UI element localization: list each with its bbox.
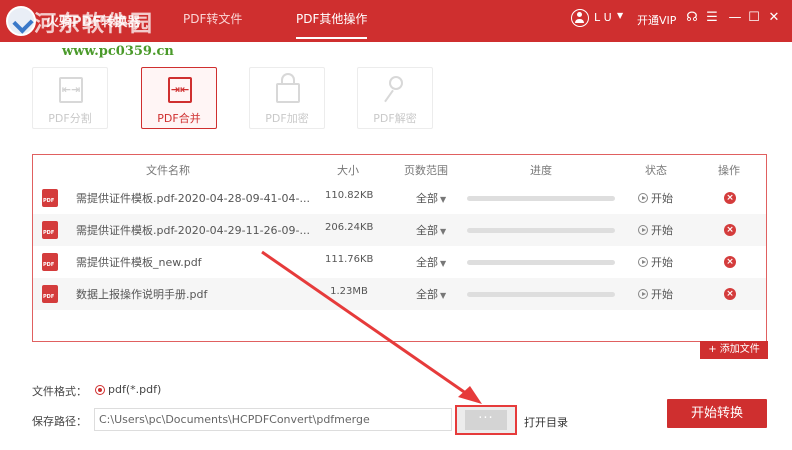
pdf-file-icon: [42, 253, 58, 271]
play-icon: [638, 289, 648, 299]
caret-down-icon[interactable]: ▼: [617, 11, 623, 20]
file-size: 1.23MB: [330, 286, 368, 297]
table-row[interactable]: 需提供证件模板.pdf-2020-04-29-11-26-09-... 206.…: [33, 214, 766, 246]
browse-button-label: ···: [465, 410, 507, 430]
lock-body: [276, 83, 300, 103]
play-icon: [638, 257, 648, 267]
start-button[interactable]: 开始: [638, 222, 673, 238]
user-name[interactable]: L U: [594, 11, 612, 24]
page-range-select[interactable]: 全部 ▼: [416, 286, 446, 302]
page-range-value: 全部: [416, 224, 438, 237]
tab-pdf-other-ops[interactable]: PDF其他操作: [296, 10, 368, 39]
page-range-select[interactable]: 全部 ▼: [416, 190, 446, 206]
format-label: 文件格式：: [32, 385, 87, 398]
user-icon[interactable]: [571, 9, 589, 27]
caret-down-icon: ▼: [440, 291, 447, 300]
col-header-name: 文件名称: [146, 164, 190, 177]
watermark-text: 河东软件园: [34, 11, 155, 37]
tool-label: PDF分割: [48, 112, 92, 125]
page-range-select[interactable]: 全部 ▼: [416, 222, 446, 238]
merge-icon: ⇥⇤: [168, 77, 192, 103]
file-size: 206.24KB: [325, 222, 374, 233]
file-name: 需提供证件模板_new.pdf: [76, 256, 202, 269]
progress-bar: [467, 260, 615, 265]
caret-down-icon: ▼: [440, 259, 447, 268]
file-name: 数据上报操作说明手册.pdf: [76, 288, 208, 301]
tool-label: PDF合并: [157, 112, 201, 125]
key-shaft: [384, 89, 394, 103]
tool-pdf-decrypt[interactable]: PDF解密: [357, 67, 433, 129]
watermark-url: www.pc0359.cn: [62, 44, 174, 59]
start-button[interactable]: 开始: [638, 254, 673, 270]
file-name: 需提供证件模板.pdf-2020-04-28-09-41-04-...: [76, 192, 310, 205]
app-logo-icon: [6, 6, 36, 36]
table-header: 文件名称 大小 页数范围 进度 状态 操作: [33, 155, 766, 181]
file-size: 111.76KB: [325, 254, 374, 265]
play-icon: [638, 193, 648, 203]
save-path-input[interactable]: [94, 408, 452, 431]
start-label: 开始: [651, 224, 673, 237]
table-row[interactable]: 数据上报操作说明手册.pdf 1.23MB 全部▼ 开始 ×: [33, 278, 766, 310]
progress-bar: [467, 196, 615, 201]
page-range-value: 全部: [416, 192, 438, 205]
col-header-size: 大小: [337, 164, 359, 177]
maximize-icon[interactable]: ☐: [746, 10, 762, 26]
tool-pdf-merge[interactable]: ⇥⇤ PDF合并: [141, 67, 217, 129]
minimize-icon[interactable]: —: [727, 10, 743, 26]
pdf-file-icon: [42, 285, 58, 303]
title-bar: 火骑PDF转换器 河东软件园 PDF转文件 PDF其他操作 L U ▼ 开通VI…: [0, 0, 792, 42]
progress-bar: [467, 292, 615, 297]
format-radio[interactable]: [95, 385, 105, 395]
table-row[interactable]: 需提供证件模板.pdf-2020-04-28-09-41-04-... 110.…: [33, 182, 766, 214]
tool-pdf-encrypt[interactable]: PDF加密: [249, 67, 325, 129]
start-label: 开始: [651, 256, 673, 269]
tool-label: PDF加密: [265, 112, 309, 125]
format-value[interactable]: pdf(*.pdf): [108, 383, 161, 396]
open-directory-link[interactable]: 打开目录: [524, 414, 568, 430]
col-header-progress: 进度: [530, 164, 552, 177]
delete-icon[interactable]: ×: [724, 288, 736, 300]
start-button[interactable]: 开始: [638, 286, 673, 302]
file-name: 需提供证件模板.pdf-2020-04-29-11-26-09-...: [76, 224, 310, 237]
progress-bar: [467, 228, 615, 233]
pdf-file-icon: [42, 221, 58, 239]
play-icon: [638, 225, 648, 235]
file-size: 110.82KB: [325, 190, 374, 201]
menu-icon[interactable]: ☰: [704, 10, 720, 26]
start-button[interactable]: 开始: [638, 190, 673, 206]
delete-icon[interactable]: ×: [724, 192, 736, 204]
pdf-file-icon: [42, 189, 58, 207]
browse-button[interactable]: ···: [455, 405, 517, 435]
tool-pdf-split[interactable]: ⇤⇥ PDF分割: [32, 67, 108, 129]
caret-down-icon: ▼: [440, 227, 447, 236]
col-header-action: 操作: [718, 164, 740, 177]
delete-icon[interactable]: ×: [724, 256, 736, 268]
split-icon: ⇤⇥: [59, 77, 83, 103]
start-label: 开始: [651, 192, 673, 205]
col-header-range: 页数范围: [404, 164, 448, 177]
save-path-label: 保存路径：: [32, 415, 87, 428]
start-convert-button[interactable]: 开始转换: [667, 399, 767, 428]
file-table: 文件名称 大小 页数范围 进度 状态 操作 需提供证件模板.pdf-2020-0…: [32, 154, 767, 342]
headset-icon[interactable]: ☊: [684, 10, 700, 26]
page-range-value: 全部: [416, 288, 438, 301]
open-vip-link[interactable]: 开通VIP: [637, 12, 676, 28]
tool-label: PDF解密: [373, 112, 417, 125]
table-row[interactable]: 需提供证件模板_new.pdf 111.76KB 全部▼ 开始 ×: [33, 246, 766, 278]
add-file-button[interactable]: + 添加文件: [700, 341, 768, 359]
caret-down-icon: ▼: [440, 195, 447, 204]
tab-pdf-to-file[interactable]: PDF转文件: [183, 10, 242, 27]
col-header-status: 状态: [645, 164, 667, 177]
key-icon: [389, 76, 403, 90]
start-label: 开始: [651, 288, 673, 301]
page-range-select[interactable]: 全部 ▼: [416, 254, 446, 270]
page-range-value: 全部: [416, 256, 438, 269]
delete-icon[interactable]: ×: [724, 224, 736, 236]
close-icon[interactable]: ✕: [766, 10, 782, 26]
